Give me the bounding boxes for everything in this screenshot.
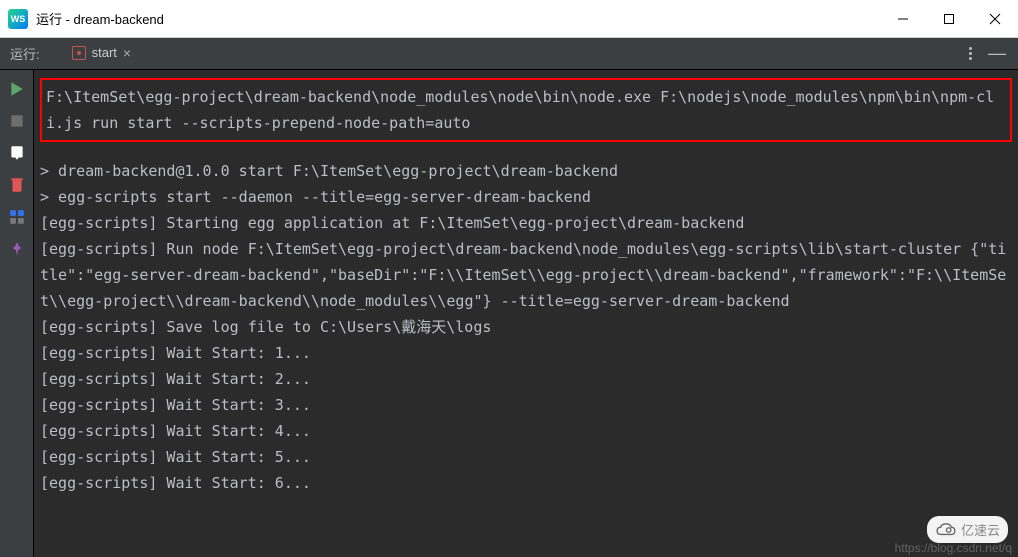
run-config-tab[interactable]: start × <box>64 40 139 68</box>
minimize-button[interactable] <box>880 0 926 38</box>
close-button[interactable] <box>972 0 1018 38</box>
maximize-button[interactable] <box>926 0 972 38</box>
titlebar: WS 运行 - dream-backend <box>0 0 1018 38</box>
console-line: [egg-scripts] Save log file to C:\Users\… <box>40 314 1012 340</box>
brand-watermark: 亿速云 <box>927 516 1008 543</box>
console-line: [egg-scripts] Wait Start: 1... <box>40 340 1012 366</box>
rerun-icon[interactable] <box>8 80 26 98</box>
console-line: > dream-backend@1.0.0 start F:\ItemSet\e… <box>40 158 1012 184</box>
run-toolbar: 运行: start × — <box>0 38 1018 70</box>
csdn-watermark: https://blog.csdn.net/q <box>895 541 1012 555</box>
console-output[interactable]: F:\ItemSet\egg-project\dream-backend\nod… <box>34 70 1018 557</box>
hide-panel-button[interactable]: — <box>988 43 1006 64</box>
cloud-icon <box>935 522 957 538</box>
layout-icon[interactable] <box>8 208 26 226</box>
tab-label: start <box>92 45 117 60</box>
close-tab-icon[interactable]: × <box>123 45 131 61</box>
command-line: F:\ItemSet\egg-project\dream-backend\nod… <box>46 84 1006 136</box>
console-line: [egg-scripts] Wait Start: 6... <box>40 470 1012 496</box>
console-line: [egg-scripts] Run node F:\ItemSet\egg-pr… <box>40 236 1012 314</box>
console-line: [egg-scripts] Wait Start: 3... <box>40 392 1012 418</box>
pin-icon[interactable] <box>8 240 26 258</box>
command-highlight: F:\ItemSet\egg-project\dream-backend\nod… <box>40 78 1012 142</box>
more-options-icon[interactable] <box>969 47 972 60</box>
delete-icon[interactable] <box>8 176 26 194</box>
brand-text: 亿速云 <box>961 520 1000 539</box>
console-line: [egg-scripts] Wait Start: 2... <box>40 366 1012 392</box>
console-line: [egg-scripts] Starting egg application a… <box>40 210 1012 236</box>
workarea: F:\ItemSet\egg-project\dream-backend\nod… <box>0 70 1018 557</box>
window-controls <box>880 0 1018 38</box>
app-icon: WS <box>8 9 28 29</box>
console-line: [egg-scripts] Wait Start: 5... <box>40 444 1012 470</box>
run-gutter <box>0 70 34 557</box>
run-config-icon <box>72 46 86 60</box>
tool-window-label: 运行: <box>10 44 40 63</box>
window-title: 运行 - dream-backend <box>36 9 164 28</box>
console-line: [egg-scripts] Wait Start: 4... <box>40 418 1012 444</box>
console-line: > egg-scripts start --daemon --title=egg… <box>40 184 1012 210</box>
stop-icon[interactable] <box>8 112 26 130</box>
dump-threads-icon[interactable] <box>8 144 26 162</box>
